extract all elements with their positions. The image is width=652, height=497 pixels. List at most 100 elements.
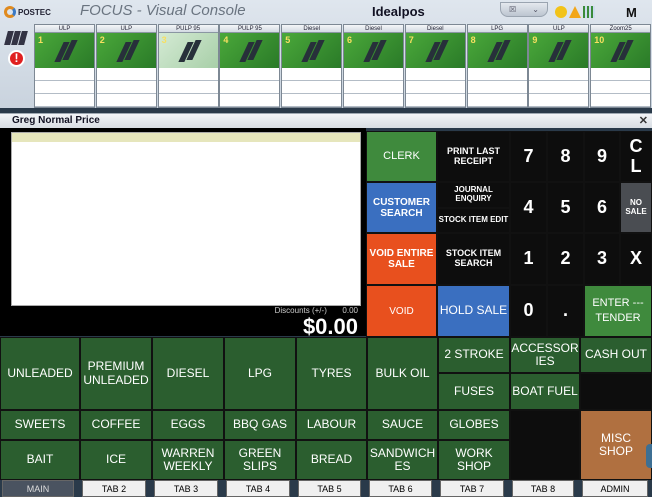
pump-status-face[interactable]: 5	[282, 33, 342, 68]
status-smile-icon[interactable]	[555, 6, 567, 18]
tab-tab-4[interactable]: TAB 4	[226, 480, 290, 497]
pump-info-row	[467, 81, 527, 94]
key-2[interactable]: 2	[547, 233, 584, 285]
sauce-button[interactable]: SAUCE	[367, 410, 438, 440]
pump-9[interactable]: ULP 9	[528, 24, 590, 108]
stock-item-edit-button[interactable]: STOCK ITEM EDIT	[437, 208, 510, 233]
key-3[interactable]: 3	[584, 233, 620, 285]
void-button[interactable]: VOID	[366, 285, 437, 337]
hold-sale-button[interactable]: HOLD SALE	[437, 285, 510, 337]
pump-2[interactable]: ULP 2	[95, 24, 157, 108]
journal-enquiry-button[interactable]: JOURNAL ENQUIRY	[437, 182, 510, 208]
void-entire-sale-button[interactable]: VOID ENTIRE SALE	[366, 233, 437, 285]
pump-status-face[interactable]: 6	[344, 33, 403, 68]
tab-tab-2[interactable]: TAB 2	[82, 480, 146, 497]
print-last-receipt-button[interactable]: PRINT LAST RECEIPT	[437, 131, 510, 182]
pump-number: 9	[532, 35, 538, 45]
pump-info-row	[158, 94, 218, 107]
eggs-button[interactable]: EGGS	[152, 410, 224, 440]
alert-icon[interactable]: !	[8, 50, 25, 67]
pump-number: 8	[470, 35, 476, 45]
fuses-button[interactable]: FUSES	[438, 373, 510, 410]
coffee-button[interactable]: COFFEE	[80, 410, 152, 440]
pump-status-face[interactable]: 4	[220, 33, 280, 68]
receipt-selected-row[interactable]	[12, 133, 360, 142]
pump-6[interactable]: Diesel 6	[343, 24, 404, 108]
sandwiches-button[interactable]: SANDWICH ES	[367, 440, 438, 480]
green-slips-button[interactable]: GREEN SLIPS	[224, 440, 296, 480]
pump-status-face[interactable]: 1	[35, 33, 94, 68]
tab-tab-8[interactable]: TAB 8	[512, 480, 574, 497]
key-0[interactable]: 0	[510, 285, 547, 337]
unleaded-button[interactable]: UNLEADED	[0, 337, 80, 410]
stock-item-search-button[interactable]: STOCK ITEM SEARCH	[437, 233, 510, 285]
pump-7[interactable]: Diesel 7	[404, 24, 466, 108]
restore-icon[interactable]: ☒	[509, 5, 516, 14]
pump-5[interactable]: Diesel 5	[281, 24, 343, 108]
bulk-oil-button[interactable]: BULK OIL	[367, 337, 438, 410]
globes-button[interactable]: GLOBES	[438, 410, 510, 440]
receipt-list[interactable]	[11, 132, 361, 306]
key-8[interactable]: 8	[547, 131, 584, 182]
pump-status-face[interactable]: 7	[405, 33, 465, 68]
warning-icon[interactable]	[569, 6, 581, 18]
tab-admin[interactable]: ADMIN	[582, 480, 648, 497]
clear-key[interactable]: C L	[620, 131, 652, 182]
diesel-button[interactable]: DIESEL	[152, 337, 224, 410]
bait-button[interactable]: BAIT	[0, 440, 80, 480]
lpg-button[interactable]: LPG	[224, 337, 296, 410]
tab-tab-7[interactable]: TAB 7	[440, 480, 504, 497]
clerk-price-label: Greg Normal Price	[12, 115, 100, 126]
customer-search-button[interactable]: CUSTOMER SEARCH	[366, 182, 437, 233]
pump-info-row	[529, 94, 589, 107]
cancel-x-key[interactable]: X	[620, 233, 652, 285]
pump-status-face[interactable]: 2	[96, 33, 156, 68]
cash-out-button[interactable]: CASH OUT	[580, 337, 652, 373]
clerk-button[interactable]: CLERK	[366, 131, 437, 182]
all-pumps-icon[interactable]	[4, 27, 30, 45]
boat-fuel-button[interactable]: BOAT FUEL	[510, 373, 580, 410]
key-5[interactable]: 5	[547, 182, 584, 233]
dropdown-icon[interactable]: ⌄	[532, 5, 539, 14]
pump-10[interactable]: Zoom25 10	[590, 24, 652, 108]
window-controls[interactable]: ☒ ⌄	[500, 2, 548, 17]
pump-status-face[interactable]: 10	[591, 33, 651, 68]
bread-button[interactable]: BREAD	[296, 440, 367, 480]
key-4[interactable]: 4	[510, 182, 547, 233]
key-1[interactable]: 1	[510, 233, 547, 285]
tab-main[interactable]: MAIN	[2, 480, 74, 497]
grid-icon[interactable]	[583, 6, 595, 18]
labour-button[interactable]: LABOUR	[296, 410, 367, 440]
pump-status-face[interactable]: 3	[158, 33, 218, 68]
accessories-button[interactable]: ACCESSOR IES	[510, 337, 580, 373]
key-7[interactable]: 7	[510, 131, 547, 182]
side-panel-handle[interactable]	[646, 444, 652, 468]
pump-status-face[interactable]: 8	[467, 33, 527, 68]
key-6[interactable]: 6	[584, 182, 620, 233]
pump-1[interactable]: ULP 1	[34, 24, 95, 108]
tyres-button[interactable]: TYRES	[296, 337, 367, 410]
work-shop-button[interactable]: WORK SHOP	[438, 440, 510, 480]
pump-console-panel: POSTEC FOCUS - Visual Console Idealpos ☒…	[0, 0, 652, 108]
two-stroke-button[interactable]: 2 STROKE	[438, 337, 510, 373]
pump-status-face[interactable]: 9	[529, 33, 589, 68]
tab-tab-5[interactable]: TAB 5	[298, 480, 361, 497]
enter-tender-button[interactable]: ENTER --- TENDER	[584, 285, 652, 337]
collapse-icon[interactable]: ✕	[639, 114, 648, 128]
bbq-gas-button[interactable]: BBQ GAS	[224, 410, 296, 440]
pump-fuel-label: ULP	[35, 25, 94, 33]
sweets-button[interactable]: SWEETS	[0, 410, 80, 440]
key-9[interactable]: 9	[584, 131, 620, 182]
warren-weekly-button[interactable]: WARREN WEEKLY	[152, 440, 224, 480]
tab-tab-3[interactable]: TAB 3	[154, 480, 218, 497]
pump-8[interactable]: LPG 8	[466, 24, 528, 108]
premium-unleaded-button[interactable]: PREMIUM UNLEADED	[80, 337, 152, 410]
ice-button[interactable]: ICE	[80, 440, 152, 480]
pump-3[interactable]: PULP 95 3	[157, 24, 219, 108]
tab-tab-6[interactable]: TAB 6	[369, 480, 432, 497]
pump-4[interactable]: PULP 95 4	[219, 24, 281, 108]
decimal-key[interactable]: .	[547, 285, 584, 337]
misc-shop-button[interactable]: MISC SHOP	[580, 410, 652, 480]
no-sale-button[interactable]: NO SALE	[620, 182, 652, 233]
pump-info-row	[467, 94, 527, 107]
